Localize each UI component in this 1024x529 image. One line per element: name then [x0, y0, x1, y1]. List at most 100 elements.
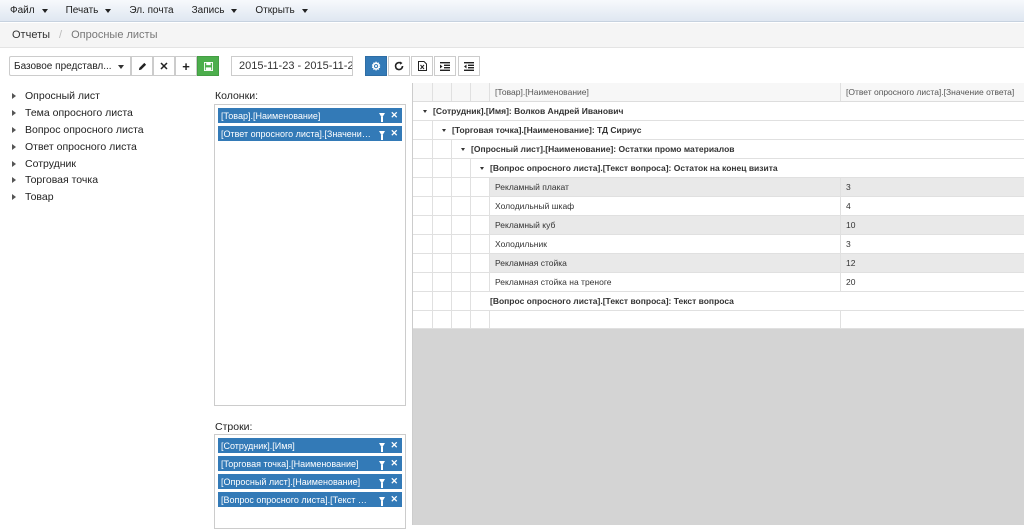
gear-icon: ⚙	[371, 60, 381, 73]
expand-all-button[interactable]	[434, 56, 456, 76]
caret-down-icon	[301, 8, 308, 13]
field-label: Опросный лист	[25, 90, 100, 103]
caret-down-icon	[105, 8, 112, 13]
rows-label: Строки:	[215, 421, 253, 433]
field-item[interactable]: Сотрудник	[0, 155, 208, 172]
group-row-survey[interactable]: [Опросный лист].[Наименование]: Остатки …	[413, 140, 1024, 159]
row-chip[interactable]: [Опросный лист].[Наименование] ✕	[218, 474, 402, 489]
menu-file-label: Файл	[10, 5, 35, 16]
pencil-icon	[138, 62, 146, 70]
field-item[interactable]: Торговая точка	[0, 172, 208, 189]
column-chip[interactable]: [Ответ опросного листа].[Значение о... ✕	[218, 126, 402, 141]
menu-open[interactable]: Открыть	[245, 0, 315, 22]
settings-button[interactable]: ⚙	[365, 56, 387, 76]
field-item[interactable]: Тема опросного листа	[0, 105, 208, 122]
filter-icon[interactable]	[379, 461, 386, 470]
menu-record[interactable]: Запись	[182, 0, 246, 22]
column-header-answer[interactable]: [Ответ опросного листа].[Значение ответа…	[841, 83, 1024, 101]
caret-down-icon	[118, 65, 124, 69]
filter-icon[interactable]	[379, 113, 386, 122]
caret-right-icon	[12, 194, 16, 201]
field-item[interactable]: Вопрос опросного листа	[0, 122, 208, 139]
field-item[interactable]: Опросный лист	[0, 88, 208, 105]
close-icon[interactable]: ✕	[390, 440, 398, 451]
refresh-button[interactable]	[388, 56, 410, 76]
field-label: Сотрудник	[25, 157, 77, 170]
filter-icon[interactable]	[379, 443, 386, 452]
group-label: [Вопрос опросного листа].[Текст вопроса]…	[490, 163, 778, 173]
product-name-cell: Холодильный шкаф	[490, 197, 841, 215]
collapse-icon[interactable]	[461, 147, 465, 151]
field-label: Торговая точка	[25, 174, 99, 187]
view-select[interactable]: Базовое представл...	[9, 56, 131, 76]
chip-label: [Сотрудник].[Имя]	[221, 440, 295, 451]
indent-icon	[440, 61, 450, 71]
edit-view-button[interactable]	[131, 56, 153, 76]
answer-value-cell: 10	[841, 216, 1024, 234]
close-icon[interactable]: ✕	[390, 110, 398, 121]
pivot-grid: [Товар].[Наименование] [Ответ опросного …	[412, 83, 1024, 525]
field-label: Ответ опросного листа	[25, 140, 137, 153]
table-row: Рекламный плакат 3	[413, 178, 1024, 197]
answer-value-cell	[841, 311, 1024, 328]
collapse-icon[interactable]	[480, 166, 484, 170]
collapse-icon[interactable]	[442, 128, 446, 132]
toolbar: Базовое представл... ✕ + 2015-11-23 - 20…	[0, 48, 1024, 84]
group-label: [Опросный лист].[Наименование]: Остатки …	[471, 144, 735, 154]
answer-value-cell: 20	[846, 277, 856, 287]
columns-dropzone[interactable]: [Товар].[Наименование] ✕ [Ответ опросног…	[214, 104, 406, 406]
column-chip[interactable]: [Товар].[Наименование] ✕	[218, 108, 402, 123]
product-name-cell	[490, 311, 841, 328]
close-icon[interactable]: ✕	[390, 128, 398, 139]
answer-value-cell: 3	[841, 178, 1024, 196]
collapse-all-button[interactable]	[458, 56, 480, 76]
close-icon[interactable]: ✕	[390, 458, 398, 469]
menu-print[interactable]: Печать	[56, 0, 120, 22]
table-row	[413, 311, 1024, 329]
close-icon[interactable]: ✕	[390, 476, 398, 487]
filter-icon[interactable]	[379, 131, 386, 140]
caret-down-icon	[231, 8, 238, 13]
menu-email[interactable]: Эл. почта	[119, 0, 181, 22]
rows-dropzone[interactable]: [Сотрудник].[Имя] ✕ [Торговая точка].[На…	[214, 434, 406, 529]
product-name-cell: Рекламная стойка	[490, 254, 841, 272]
chip-label: [Товар].[Наименование]	[221, 110, 321, 121]
collapse-icon[interactable]	[423, 109, 427, 113]
field-label: Тема опросного листа	[25, 107, 133, 120]
menu-email-label: Эл. почта	[129, 5, 174, 16]
answer-value-cell: 4	[846, 201, 851, 211]
date-range-input[interactable]: 2015-11-23 - 2015-11-2	[231, 56, 353, 76]
caret-down-icon	[41, 8, 48, 13]
field-label: Вопрос опросного листа	[25, 123, 144, 136]
delete-view-button[interactable]: ✕	[153, 56, 175, 76]
row-chip[interactable]: [Сотрудник].[Имя] ✕	[218, 438, 402, 453]
caret-right-icon	[12, 110, 16, 117]
export-excel-button[interactable]	[411, 56, 433, 76]
row-chip[interactable]: [Вопрос опросного листа].[Текст воп... ✕	[218, 492, 402, 507]
caret-right-icon	[12, 177, 16, 184]
breadcrumb-current: Опросные листы	[71, 29, 158, 41]
table-row: Холодильник 3	[413, 235, 1024, 254]
save-view-button[interactable]	[197, 56, 219, 76]
grid-header-row: [Товар].[Наименование] [Ответ опросного …	[413, 83, 1024, 102]
table-row: Рекламная стойка на треноге 20	[413, 273, 1024, 292]
product-name-cell: Рекламный куб	[490, 216, 841, 234]
field-label: Товар	[25, 191, 54, 204]
add-view-button[interactable]: +	[175, 56, 197, 76]
menu-file[interactable]: Файл	[0, 0, 56, 22]
group-row-outlet[interactable]: [Торговая точка].[Наименование]: ТД Сири…	[413, 121, 1024, 140]
row-chip[interactable]: [Торговая точка].[Наименование] ✕	[218, 456, 402, 471]
filter-icon[interactable]	[379, 497, 386, 506]
breadcrumb-reports-link[interactable]: Отчеты	[12, 29, 50, 41]
close-icon[interactable]: ✕	[390, 494, 398, 505]
field-item[interactable]: Ответ опросного листа	[0, 138, 208, 155]
column-header-product[interactable]: [Товар].[Наименование]	[490, 83, 841, 101]
filter-icon[interactable]	[379, 479, 386, 488]
group-row-question[interactable]: [Вопрос опросного листа].[Текст вопроса]…	[413, 159, 1024, 178]
menu-open-label: Открыть	[255, 5, 295, 16]
view-select-value: Базовое представл...	[14, 60, 112, 72]
group-row-question[interactable]: [Вопрос опросного листа].[Текст вопроса]…	[413, 292, 1024, 311]
group-row-employee[interactable]: [Сотрудник].[Имя]: Волков Андрей Иванови…	[413, 102, 1024, 121]
outdent-icon	[464, 61, 474, 71]
field-item[interactable]: Товар	[0, 189, 208, 206]
